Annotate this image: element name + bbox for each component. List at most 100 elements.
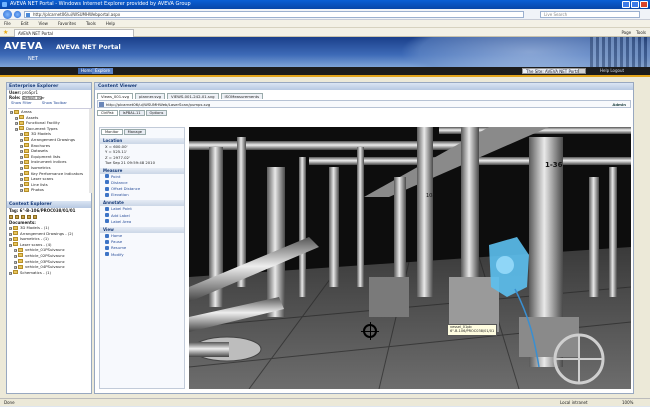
tree-node-label: Arrangement Drawings - (2) xyxy=(20,231,73,236)
tools-menu[interactable]: Tools xyxy=(636,28,646,37)
document-path-bar: http://plcarnet06/ui/WSUMHWeb/LaserScan/… xyxy=(97,100,631,108)
folder-icon xyxy=(24,132,29,136)
address-bar[interactable]: http://plcarnet06/ui/WSUMHWebportal.aspx xyxy=(24,11,524,18)
annotate-label-area[interactable]: Label Area xyxy=(100,219,184,225)
document-path: http://plcarnet06/ui/WSUMHWeb/LaserScan/… xyxy=(106,102,210,107)
tree-node-label: Document Types xyxy=(26,126,58,131)
menu-favorites[interactable]: Favorites xyxy=(58,20,76,27)
menu-edit[interactable]: Edit xyxy=(21,20,29,27)
status-bar: Done Local intranet 100% xyxy=(0,398,650,406)
header-utility-links[interactable]: Help Logout xyxy=(600,68,624,74)
expand-icon[interactable]: + xyxy=(20,156,23,159)
expand-icon[interactable]: + xyxy=(20,145,23,148)
expand-icon[interactable]: + xyxy=(14,255,17,258)
expand-icon[interactable]: + xyxy=(9,272,12,275)
laser-scan-view[interactable]: 1-36 108 xyxy=(189,127,631,389)
expand-icon[interactable]: + xyxy=(14,261,17,264)
expand-icon[interactable]: + xyxy=(20,173,23,176)
expand-icon[interactable]: + xyxy=(9,227,12,230)
tab-manage[interactable]: Manage xyxy=(124,129,146,135)
measure-elevation[interactable]: Elevation xyxy=(100,192,184,198)
show-toolbar-link[interactable]: Show Toolbar xyxy=(42,100,67,105)
menu-view[interactable]: View xyxy=(38,20,48,27)
folder-icon xyxy=(24,160,29,164)
expand-icon[interactable]: + xyxy=(20,161,23,164)
admin-link[interactable]: Admin xyxy=(612,101,626,108)
view-label: Home xyxy=(111,233,122,238)
tree-node[interactable]: +Schematics - (1) xyxy=(7,270,91,276)
expand-icon[interactable]: + xyxy=(20,189,23,192)
tree-node-label: Functional Facility xyxy=(26,120,60,125)
favorites-star-icon[interactable]: ★ xyxy=(3,29,8,36)
measure-label: Distance xyxy=(111,180,128,185)
expand-icon[interactable]: + xyxy=(20,167,23,170)
folder-icon xyxy=(13,231,18,235)
refresh-icon[interactable] xyxy=(27,215,31,219)
folder-icon xyxy=(13,226,18,230)
tag-popup[interactable]: vessel_01pb 6"-B-106/PROC038/01/01 xyxy=(447,324,497,336)
close-button[interactable] xyxy=(640,1,648,8)
site-selector[interactable]: The Site: AVEVA NET Portal xyxy=(522,68,584,74)
maximize-button[interactable] xyxy=(631,1,639,8)
expand-icon[interactable]: + xyxy=(9,238,12,241)
subtab[interactable]: Options xyxy=(146,110,168,116)
expand-icon[interactable]: + xyxy=(20,133,23,136)
menu-tools[interactable]: Tools xyxy=(86,20,96,27)
menu-file[interactable]: File xyxy=(4,20,11,27)
enterprise-explorer: Enterprise Explorer User: proSpr1 Role: … xyxy=(6,82,92,394)
expand-icon[interactable]: + xyxy=(20,139,23,142)
doc-tab[interactable]: ISOMeasurements xyxy=(221,93,264,99)
offset-icon xyxy=(105,187,109,191)
explorer-options: Show Filter Show Toolbar xyxy=(7,100,91,105)
tree-node-label: Arrangement Drawings xyxy=(31,137,75,142)
expand-icon[interactable]: + xyxy=(15,117,18,120)
doc-tab[interactable]: VIEWS-001-242-01.svg xyxy=(167,93,219,99)
page-menu[interactable]: Page xyxy=(621,28,631,37)
expand-icon[interactable]: + xyxy=(15,122,18,125)
tree-node-label: Isometrics - (1) xyxy=(20,236,49,241)
subtab[interactable]: CtrlPak xyxy=(97,110,118,116)
print-icon[interactable] xyxy=(21,215,25,219)
menu-help[interactable]: Help xyxy=(106,20,115,27)
doc-tab[interactable]: planner.svg xyxy=(135,93,165,99)
expand-icon[interactable]: + xyxy=(10,111,13,114)
browser-tab[interactable]: AVEVA NET Portal xyxy=(14,29,134,37)
open-icon[interactable] xyxy=(15,215,19,219)
doc-tab[interactable]: Views_001.svg xyxy=(97,93,133,99)
folder-icon[interactable] xyxy=(9,215,13,219)
tab-monitor[interactable]: Monitor xyxy=(101,129,123,135)
site-go-button[interactable] xyxy=(578,68,586,74)
tree-node-label: Laser scans - (4) xyxy=(20,242,51,247)
folder-icon xyxy=(18,265,23,269)
view-section: View Home Pause Resume Modify xyxy=(100,227,184,258)
annotate-section: Annotate Label Point Add Label Label Are… xyxy=(100,200,184,225)
tree-node-label: Areas xyxy=(21,109,32,114)
expand-icon[interactable]: + xyxy=(20,150,23,153)
subtab[interactable]: IsPBAL-11 xyxy=(119,110,145,116)
show-filter-link[interactable]: Show Filter xyxy=(11,100,32,105)
expand-icon[interactable]: + xyxy=(9,244,12,247)
content-viewer: Content Viewer Views_001.svg planner.svg… xyxy=(94,82,634,394)
tree-node-label: 3D Models - (1) xyxy=(20,225,49,230)
tab-explore[interactable]: Explore xyxy=(92,68,113,74)
header-nav-strip: Home Explore The Site: AVEVA NET Portal … xyxy=(0,67,650,75)
expand-icon[interactable]: + xyxy=(20,184,23,187)
browser-window: AVEVA NET Portal - Windows Internet Expl… xyxy=(0,0,650,406)
modify-icon xyxy=(105,252,109,256)
forward-button[interactable] xyxy=(14,11,21,18)
expand-icon[interactable]: + xyxy=(15,128,18,131)
expand-icon[interactable]: + xyxy=(20,178,23,181)
export-icon[interactable] xyxy=(33,215,37,219)
view-modify[interactable]: Modify xyxy=(100,252,184,258)
minimize-button[interactable] xyxy=(622,1,630,8)
folder-icon xyxy=(14,110,19,114)
pause-icon xyxy=(105,240,109,244)
expand-icon[interactable]: + xyxy=(14,266,17,269)
tag-label: Tag: xyxy=(9,208,18,213)
expand-icon[interactable]: + xyxy=(9,233,12,236)
header-pipes-image xyxy=(590,37,650,67)
back-button[interactable] xyxy=(3,10,12,19)
menu-bar: File Edit View Favorites Tools Help xyxy=(0,20,650,28)
search-box[interactable]: Live Search xyxy=(540,11,640,18)
expand-icon[interactable]: + xyxy=(14,249,17,252)
